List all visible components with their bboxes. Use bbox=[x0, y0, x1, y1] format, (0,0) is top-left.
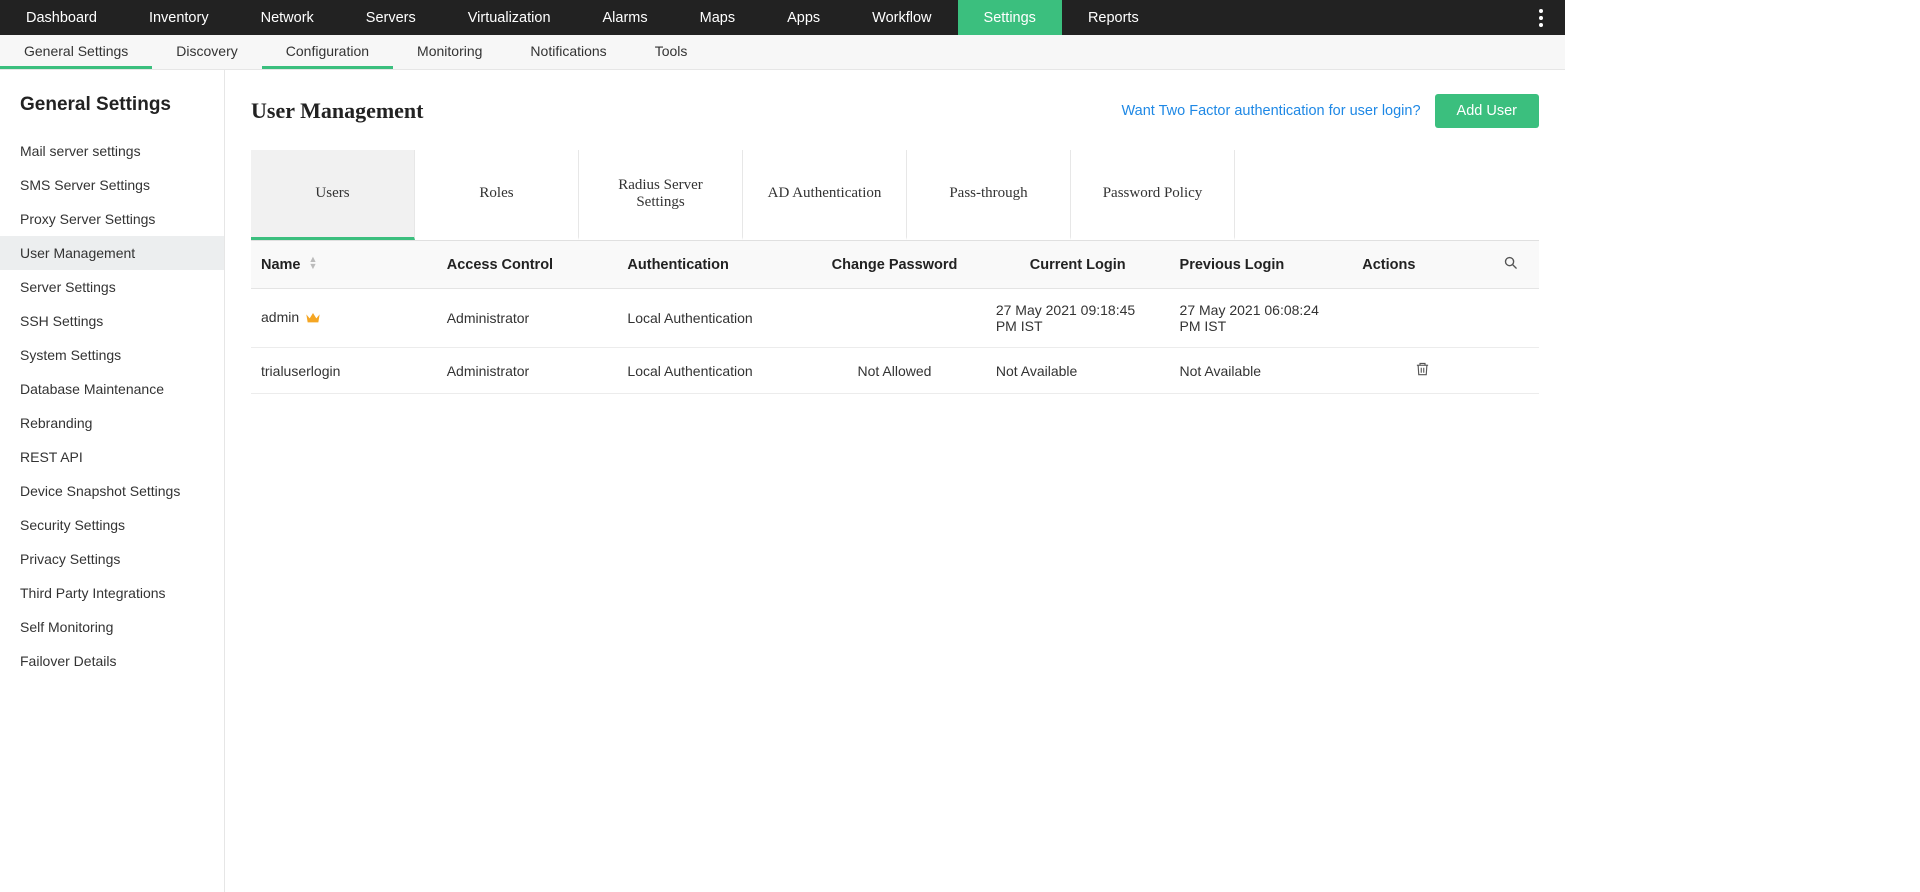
column-header-current-login[interactable]: Current Login bbox=[986, 241, 1170, 289]
tab-password-policy[interactable]: Password Policy bbox=[1071, 150, 1235, 240]
crown-icon bbox=[305, 310, 321, 327]
main-content: User Management Want Two Factor authenti… bbox=[225, 70, 1565, 892]
sidebar-item-mail-server[interactable]: Mail server settings bbox=[0, 134, 224, 168]
sidebar-item-user-management[interactable]: User Management bbox=[0, 236, 224, 270]
nav-maps[interactable]: Maps bbox=[674, 0, 761, 35]
table-row[interactable]: trialuserloginAdministratorLocal Authent… bbox=[251, 348, 1539, 394]
nav-settings[interactable]: Settings bbox=[958, 0, 1062, 35]
cell-previous-login: 27 May 2021 06:08:24 PM IST bbox=[1170, 289, 1353, 348]
nav-servers[interactable]: Servers bbox=[340, 0, 442, 35]
add-user-button[interactable]: Add User bbox=[1435, 94, 1539, 128]
subnav-tools[interactable]: Tools bbox=[631, 35, 712, 69]
cell-auth: Local Authentication bbox=[617, 348, 803, 394]
subnav-configuration[interactable]: Configuration bbox=[262, 35, 393, 69]
subnav-general-settings[interactable]: General Settings bbox=[0, 35, 152, 69]
cell-name: trialuserlogin bbox=[251, 348, 437, 394]
column-header-change-password[interactable]: Change Password bbox=[803, 241, 986, 289]
cell-previous-login: Not Available bbox=[1170, 348, 1353, 394]
cell-name: admin bbox=[251, 289, 437, 348]
settings-tabs: Users Roles Radius Server Settings AD Au… bbox=[251, 150, 1539, 241]
sort-icon: ▲▼ bbox=[309, 256, 318, 270]
sidebar: General Settings Mail server settings SM… bbox=[0, 70, 225, 892]
sidebar-item-privacy-settings[interactable]: Privacy Settings bbox=[0, 542, 224, 576]
sidebar-item-self-monitoring[interactable]: Self Monitoring bbox=[0, 610, 224, 644]
delete-icon[interactable] bbox=[1415, 361, 1430, 377]
tab-ad-authentication[interactable]: AD Authentication bbox=[743, 150, 907, 240]
subnav-discovery[interactable]: Discovery bbox=[152, 35, 261, 69]
cell-spacer bbox=[1493, 289, 1539, 348]
tab-pass-through[interactable]: Pass-through bbox=[907, 150, 1071, 240]
column-header-actions: Actions bbox=[1352, 241, 1493, 289]
sidebar-item-security-settings[interactable]: Security Settings bbox=[0, 508, 224, 542]
nav-virtualization[interactable]: Virtualization bbox=[442, 0, 577, 35]
tab-radius-server[interactable]: Radius Server Settings bbox=[579, 150, 743, 240]
tab-roles[interactable]: Roles bbox=[415, 150, 579, 240]
users-table: Name ▲▼ Access Control Authentication Ch… bbox=[251, 241, 1539, 394]
cell-auth: Local Authentication bbox=[617, 289, 803, 348]
subnav-notifications[interactable]: Notifications bbox=[506, 35, 630, 69]
nav-network[interactable]: Network bbox=[235, 0, 340, 35]
cell-change-password: Not Allowed bbox=[803, 348, 986, 394]
top-nav: Dashboard Inventory Network Servers Virt… bbox=[0, 0, 1565, 35]
sidebar-item-device-snapshot[interactable]: Device Snapshot Settings bbox=[0, 474, 224, 508]
nav-workflow[interactable]: Workflow bbox=[846, 0, 957, 35]
sidebar-item-rest-api[interactable]: REST API bbox=[0, 440, 224, 474]
sidebar-item-failover-details[interactable]: Failover Details bbox=[0, 644, 224, 678]
subnav-monitoring[interactable]: Monitoring bbox=[393, 35, 506, 69]
cell-access: Administrator bbox=[437, 348, 618, 394]
cell-actions bbox=[1352, 348, 1493, 394]
cell-actions bbox=[1352, 289, 1493, 348]
cell-spacer bbox=[1493, 348, 1539, 394]
nav-dashboard[interactable]: Dashboard bbox=[0, 0, 123, 35]
two-factor-link[interactable]: Want Two Factor authentication for user … bbox=[1122, 103, 1421, 119]
sidebar-item-third-party[interactable]: Third Party Integrations bbox=[0, 576, 224, 610]
nav-inventory[interactable]: Inventory bbox=[123, 0, 235, 35]
column-header-access[interactable]: Access Control bbox=[437, 241, 618, 289]
nav-apps[interactable]: Apps bbox=[761, 0, 846, 35]
page-title: User Management bbox=[251, 98, 424, 124]
sidebar-item-rebranding[interactable]: Rebranding bbox=[0, 406, 224, 440]
cell-access: Administrator bbox=[437, 289, 618, 348]
page-header: User Management Want Two Factor authenti… bbox=[251, 94, 1539, 128]
cell-current-login: 27 May 2021 09:18:45 PM IST bbox=[986, 289, 1170, 348]
cell-current-login: Not Available bbox=[986, 348, 1170, 394]
sidebar-item-sms-server[interactable]: SMS Server Settings bbox=[0, 168, 224, 202]
sidebar-item-system-settings[interactable]: System Settings bbox=[0, 338, 224, 372]
column-header-previous-login[interactable]: Previous Login bbox=[1170, 241, 1353, 289]
column-header-name[interactable]: Name ▲▼ bbox=[251, 241, 437, 289]
tab-users[interactable]: Users bbox=[251, 150, 415, 240]
table-row[interactable]: adminAdministratorLocal Authentication 27… bbox=[251, 289, 1539, 348]
sidebar-item-ssh-settings[interactable]: SSH Settings bbox=[0, 304, 224, 338]
nav-alarms[interactable]: Alarms bbox=[577, 0, 674, 35]
sub-nav: General Settings Discovery Configuration… bbox=[0, 35, 1565, 70]
nav-reports[interactable]: Reports bbox=[1062, 0, 1165, 35]
sidebar-item-server-settings[interactable]: Server Settings bbox=[0, 270, 224, 304]
cell-change-password bbox=[803, 289, 986, 348]
table-search[interactable] bbox=[1493, 241, 1539, 289]
sidebar-title: General Settings bbox=[0, 88, 224, 134]
sidebar-item-database-maintenance[interactable]: Database Maintenance bbox=[0, 372, 224, 406]
column-header-auth[interactable]: Authentication bbox=[617, 241, 803, 289]
search-icon[interactable] bbox=[1503, 255, 1518, 270]
sidebar-item-proxy-server[interactable]: Proxy Server Settings bbox=[0, 202, 224, 236]
kebab-menu-icon[interactable] bbox=[1527, 0, 1555, 35]
